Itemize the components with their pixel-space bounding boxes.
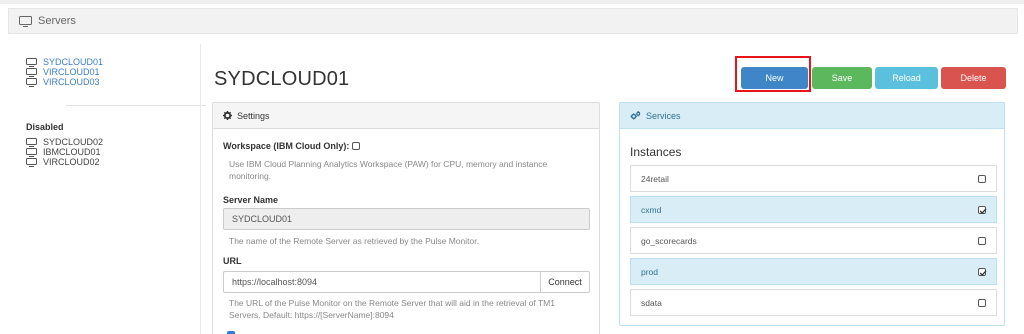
instance-checkbox[interactable] bbox=[978, 205, 987, 214]
instance-name: 24retail bbox=[641, 173, 669, 184]
url-label: URL bbox=[223, 256, 242, 266]
server-item-label: SYDCLOUD01 bbox=[43, 57, 104, 67]
monitor-icon bbox=[26, 67, 37, 77]
instance-checkbox[interactable] bbox=[978, 267, 987, 276]
instance-name: sdata bbox=[641, 297, 662, 308]
monitor-icon bbox=[26, 147, 37, 157]
workspace-checkbox[interactable] bbox=[352, 142, 361, 150]
server-name-label: Server Name bbox=[223, 195, 279, 205]
gears-icon bbox=[630, 111, 641, 120]
instances-list: 24retail cxmd go_scorecards prod sdata bbox=[630, 165, 997, 320]
workspace-help: Use IBM Cloud Planning Analytics Workspa… bbox=[229, 159, 548, 181]
instance-name: cxmd bbox=[641, 204, 662, 215]
server-name-help: The name of the Remote Server as retriev… bbox=[229, 236, 479, 246]
instance-checkbox[interactable] bbox=[978, 174, 986, 183]
instance-item-go-scorecards[interactable]: go_scorecards bbox=[630, 227, 997, 254]
server-item-vircloud02[interactable]: VIRCLOUD02 bbox=[26, 157, 103, 167]
settings-heading-label: Settings bbox=[237, 110, 270, 121]
server-item-sydcloud02[interactable]: SYDCLOUD02 bbox=[26, 137, 103, 147]
top-bar bbox=[0, 0, 1024, 4]
instance-item-cxmd[interactable]: cxmd bbox=[630, 196, 997, 223]
page-header: Servers bbox=[8, 8, 1018, 34]
disabled-server-list: SYDCLOUD02 IBMCLOUD01 VIRCLOUD02 bbox=[26, 137, 103, 167]
monitor-icon bbox=[26, 77, 37, 87]
settings-panel: Settings Workspace (IBM Cloud Only): Use… bbox=[212, 102, 600, 334]
settings-panel-heading: Settings bbox=[213, 103, 599, 129]
sidebar-separator bbox=[200, 44, 201, 334]
server-item-label: IBMCLOUD01 bbox=[43, 147, 101, 157]
save-button[interactable]: Save bbox=[812, 67, 872, 89]
instance-item-prod[interactable]: prod bbox=[630, 258, 997, 285]
gear-icon bbox=[223, 111, 232, 120]
server-item-label: VIRCLOUD01 bbox=[43, 67, 100, 77]
instance-checkbox[interactable] bbox=[978, 298, 986, 307]
instances-title: Instances bbox=[630, 145, 682, 159]
server-item-label: VIRCLOUD03 bbox=[43, 77, 100, 87]
instance-item-sdata[interactable]: sdata bbox=[630, 289, 997, 316]
monitor-icon bbox=[26, 157, 37, 167]
server-name-field[interactable]: SYDCLOUD01 bbox=[223, 208, 590, 230]
reload-button[interactable]: Reload bbox=[875, 67, 938, 89]
url-field[interactable]: https://localhost:8094 bbox=[223, 271, 541, 293]
services-heading-label: Services bbox=[646, 110, 681, 121]
monitor-icon bbox=[26, 57, 37, 67]
instance-item-24retail[interactable]: 24retail bbox=[630, 165, 997, 192]
server-item-sydcloud01[interactable]: SYDCLOUD01 bbox=[26, 57, 186, 67]
highlight-annotation bbox=[735, 56, 811, 92]
server-item-label: VIRCLOUD02 bbox=[43, 157, 100, 167]
instance-name: prod bbox=[641, 266, 659, 277]
server-item-vircloud03[interactable]: VIRCLOUD03 bbox=[26, 77, 186, 87]
url-help: The URL of the Pulse Monitor on the Remo… bbox=[229, 298, 555, 320]
workspace-label: Workspace (IBM Cloud Only): bbox=[223, 141, 350, 151]
page-title: SYDCLOUD01 bbox=[214, 68, 350, 90]
monitor-icon bbox=[26, 137, 37, 147]
server-item-label: SYDCLOUD02 bbox=[43, 137, 104, 147]
server-item-ibmcloud01[interactable]: IBMCLOUD01 bbox=[26, 147, 103, 157]
monitor-icon bbox=[19, 15, 32, 27]
workspace-label-row: Workspace (IBM Cloud Only): bbox=[223, 141, 361, 151]
server-item-vircloud01[interactable]: VIRCLOUD01 bbox=[26, 67, 186, 77]
services-panel: Services Instances 24retail cxmd go_scor… bbox=[619, 102, 1005, 326]
server-sidebar: SYDCLOUD01 VIRCLOUD01 VIRCLOUD03 Disable… bbox=[26, 57, 206, 167]
page-header-title: Servers bbox=[38, 15, 76, 27]
delete-button[interactable]: Delete bbox=[941, 67, 1006, 89]
services-panel-heading: Services bbox=[620, 103, 1004, 129]
instance-name: go_scorecards bbox=[641, 235, 697, 246]
connect-button[interactable]: Connect bbox=[540, 271, 590, 293]
instance-checkbox[interactable] bbox=[978, 236, 986, 245]
sidebar-divider bbox=[66, 105, 206, 106]
disabled-section-title: Disabled bbox=[26, 122, 64, 132]
